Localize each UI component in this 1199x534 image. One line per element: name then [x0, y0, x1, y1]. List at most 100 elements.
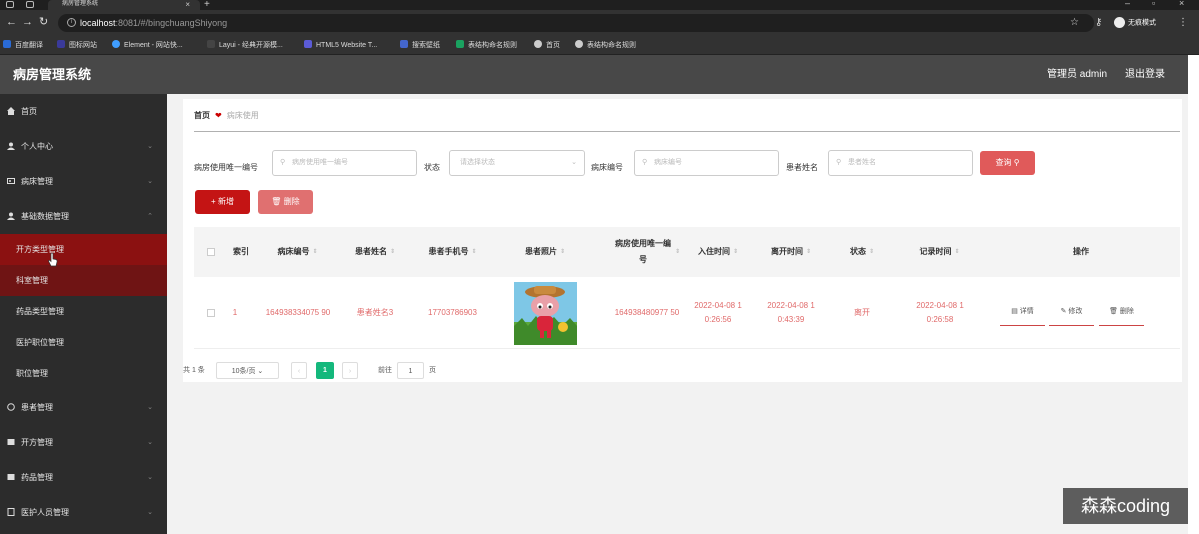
sidebar-item-profile[interactable]: 个人中心 ⌄ [0, 129, 167, 164]
cell-checkout: 2022-04-08 1 0:43:39 [767, 301, 815, 324]
page-size-select[interactable]: 10条/页 ⌄ [216, 362, 279, 379]
filter-label-patient-name: 患者姓名 [786, 163, 818, 172]
filter-label-usage-no: 病房使用唯一编号 [194, 163, 258, 172]
sidebar-subitem-department[interactable]: 科室管理 [0, 265, 167, 296]
bookmark-item[interactable]: 百度翻译 [3, 40, 43, 51]
bookmark-item[interactable]: 表结构命名规则 [456, 40, 517, 51]
add-button[interactable]: + 新增 [195, 190, 250, 214]
sort-icon: ⇕ [954, 249, 960, 255]
bookmark-item[interactable]: Layui - 经典开源模... [207, 40, 283, 51]
bookmark-favicon-icon [57, 40, 65, 48]
prev-page-icon[interactable]: ‹ [291, 362, 307, 379]
chevron-down-icon: ⌄ [147, 404, 153, 411]
patient-photo[interactable] [513, 281, 577, 345]
browser-menu-icon[interactable] [6, 1, 14, 8]
sidebar-subitem-drug-type[interactable]: 药品类型管理 [0, 296, 167, 327]
column-header[interactable]: 病房使用唯一编号 ⇕ [614, 227, 680, 277]
query-button[interactable]: 查询 ⚲ [980, 151, 1035, 175]
sidebar-item-staff[interactable]: 医护人员管理 ⌄ [0, 495, 167, 530]
restore-icon[interactable]: ▫ [1152, 0, 1155, 8]
bookmark-item[interactable]: Element - 网站快... [112, 40, 183, 51]
document-icon: ▤ [1011, 308, 1018, 315]
page-unit-label: 页 [429, 367, 436, 374]
sort-icon: ⇕ [868, 249, 875, 255]
new-tab-icon[interactable]: + [204, 0, 210, 10]
breadcrumb-home[interactable]: 首页 [194, 111, 210, 120]
filter-label-status: 状态 [424, 163, 440, 172]
sidebar-subitem-prescription-type[interactable]: 开方类型管理 [0, 234, 167, 265]
column-header[interactable]: 患者照片 ⇕ [495, 227, 595, 277]
edit-button[interactable]: ✎ 修改 [1049, 300, 1094, 326]
content-panel: 首页 ❤ 病床使用 病房使用唯一编号 ⚲ 病房使用唯一编号 状态 请选择状态 ⌄ 病… [183, 99, 1182, 382]
star-icon[interactable]: ☆ [1070, 17, 1079, 29]
globe-icon [575, 40, 583, 48]
sidebar-subitem-position[interactable]: 职位管理 [0, 358, 167, 389]
chevron-up-icon: ⌃ [147, 213, 153, 220]
bookmark-item[interactable]: HTML5 Website T... [304, 40, 377, 51]
table-row: 1 164938334075 90 患者姓名3 17703786903 1649… [194, 277, 1180, 349]
tab-overview-icon[interactable] [26, 1, 34, 8]
forward-icon[interactable]: → [22, 16, 33, 28]
row-checkbox[interactable] [207, 309, 215, 317]
column-header[interactable]: 病床编号 ⇕ [255, 227, 340, 277]
tab-title: 病房管理系统 [62, 1, 99, 7]
window-close-icon[interactable]: × [1179, 0, 1184, 8]
logout-link[interactable]: 退出登录 [1125, 68, 1165, 82]
sidebar-subitem-staff-position[interactable]: 医护职位管理 [0, 327, 167, 358]
filter-label-bed-no: 病床编号 [591, 163, 623, 172]
breadcrumb-current: 病床使用 [226, 111, 259, 120]
status-select[interactable]: 请选择状态 ⌄ [449, 150, 585, 176]
close-icon[interactable]: × [185, 0, 190, 9]
cell-status: 离开 [854, 308, 870, 317]
column-header[interactable]: 入住时间 ⇕ [682, 227, 754, 277]
column-header[interactable]: 患者姓名 ⇕ [340, 227, 410, 277]
trash-icon: 🗑 [1109, 308, 1118, 315]
column-header[interactable]: 离开时间 ⇕ [755, 227, 827, 277]
chevron-down-icon: ⌄ [257, 368, 264, 375]
delete-button[interactable]: 🗑 删除 [258, 190, 313, 214]
bookmark-item[interactable]: 搜索壁纸 [400, 40, 440, 51]
bookmark-item[interactable]: 首页 [534, 40, 560, 51]
sidebar-item-patients[interactable]: 患者管理 ⌄ [0, 390, 167, 425]
breadcrumb: 首页 ❤ 病床使用 [194, 110, 259, 122]
patient-name-input[interactable]: ⚲ 患者姓名 [828, 150, 973, 176]
back-icon[interactable]: ← [6, 16, 17, 28]
search-icon: ⚲ [280, 159, 286, 166]
column-header[interactable]: 患者手机号 ⇕ [410, 227, 495, 277]
info-icon[interactable]: i [67, 18, 76, 27]
reload-icon[interactable]: ↻ [39, 16, 48, 28]
sidebar-item-prescriptions[interactable]: 开方管理 ⌄ [0, 425, 167, 460]
bookmark-item[interactable]: 图标网站 [57, 40, 97, 51]
browser-tabbar: 病房管理系统 × + – ▫ × [0, 0, 1199, 10]
window-edge [1188, 55, 1199, 534]
chevron-down-icon: ⌄ [147, 509, 153, 516]
column-header[interactable]: 状态 ⇕ [827, 227, 897, 277]
data-icon [7, 212, 15, 220]
bookmark-favicon-icon [456, 40, 464, 48]
minimize-icon[interactable]: – [1125, 0, 1130, 8]
next-page-icon[interactable]: › [342, 362, 358, 379]
bookmark-favicon-icon [400, 40, 408, 48]
goto-page-input[interactable]: 1 [397, 362, 424, 379]
detail-button[interactable]: ▤ 详情 [1000, 300, 1045, 326]
browser-more-icon[interactable]: ⋮ [1178, 17, 1188, 29]
column-header[interactable]: 记录时间 ⇕ [897, 227, 982, 277]
address-bar[interactable]: i localhost:8081/#/bingchuangShiyong [58, 14, 1094, 32]
sidebar-item-home[interactable]: 首页 [0, 94, 167, 129]
sidebar-item-beds[interactable]: 病床管理 ⌄ [0, 164, 167, 199]
row-delete-button[interactable]: 🗑 删除 [1099, 300, 1144, 326]
admin-label: 管理员 admin [1047, 69, 1108, 80]
sidebar-item-base-data[interactable]: 基础数据管理 ⌃ [0, 199, 167, 234]
sidebar-item-drugs[interactable]: 药品管理 ⌄ [0, 460, 167, 495]
select-all-checkbox[interactable] [207, 248, 215, 256]
chevron-down-icon: ⌄ [147, 439, 153, 446]
incognito-profile[interactable]: 无痕模式 [1114, 17, 1156, 29]
browser-tab[interactable]: 病房管理系统 × [48, 0, 200, 10]
key-icon[interactable]: ⚷ [1095, 17, 1102, 29]
page-number-current[interactable]: 1 [316, 362, 334, 379]
usage-no-input[interactable]: ⚲ 病房使用唯一编号 [272, 150, 417, 176]
url-host: localhost [80, 18, 116, 28]
bed-no-input[interactable]: ⚲ 病床编号 [634, 150, 779, 176]
bookmark-item[interactable]: 表结构命名规则 [575, 40, 636, 51]
profile-label: 无痕模式 [1128, 19, 1156, 27]
